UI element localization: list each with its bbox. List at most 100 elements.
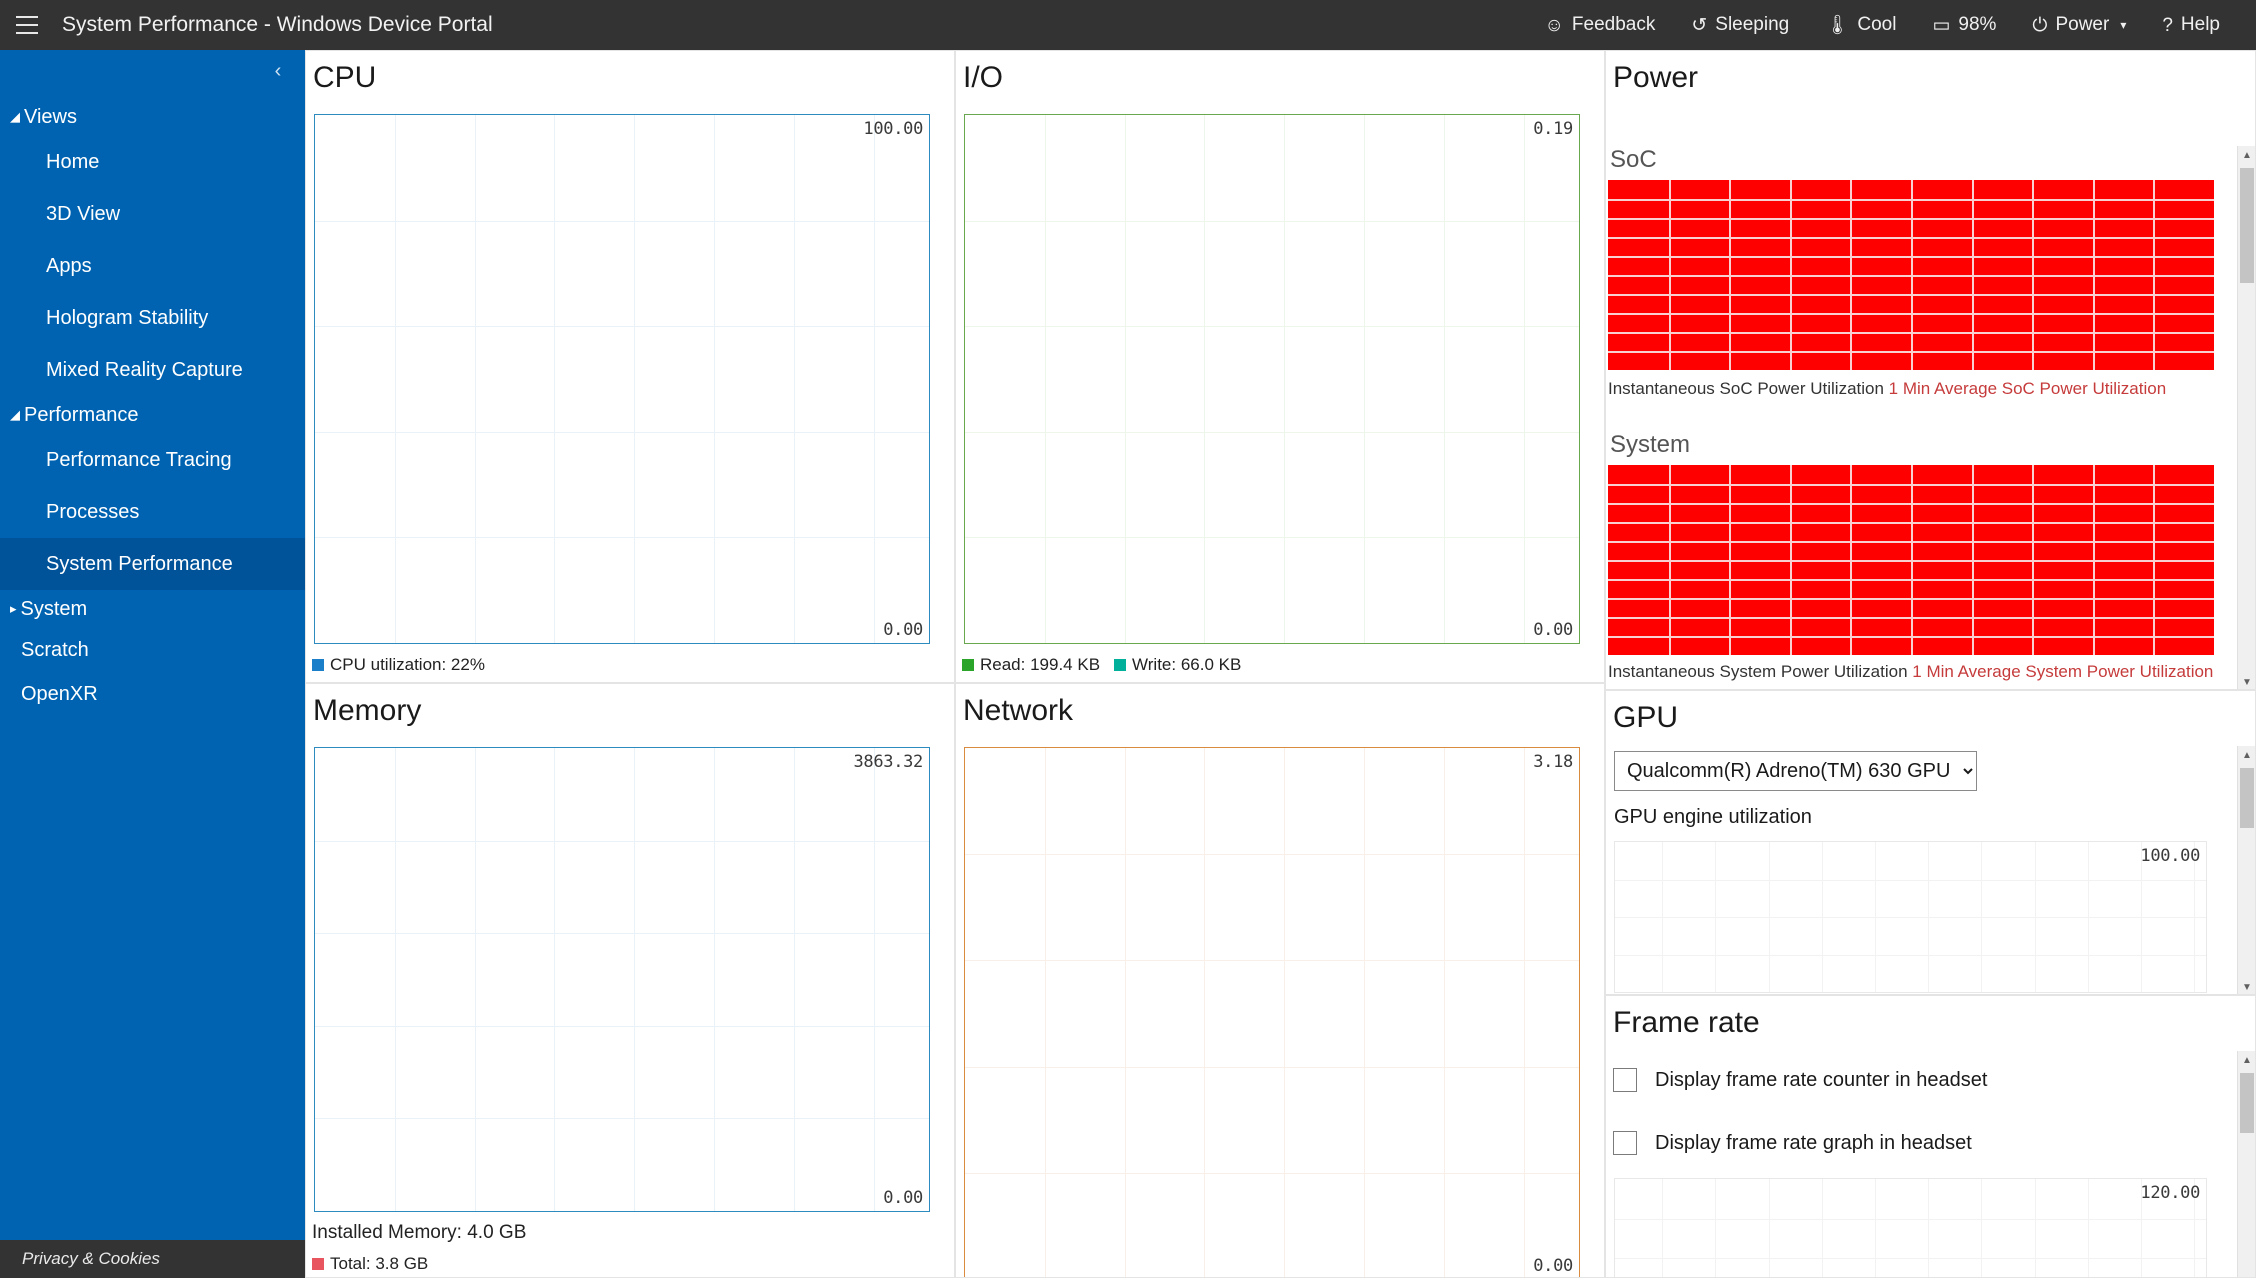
sidebar-item-apps[interactable]: Apps <box>0 240 305 292</box>
gpu-panel-scrollbar[interactable]: ▲ ▼ <box>2237 746 2255 994</box>
power-system-caption-plain: Instantaneous System Power Utilization <box>1608 662 1908 681</box>
legend-item: Total: 3.8 GB <box>312 1254 533 1274</box>
gpu-engine-utilization-label: GPU engine utilization <box>1614 806 1812 828</box>
power-label: Power <box>2055 14 2110 35</box>
framerate-graph-label: Display frame rate graph in headset <box>1655 1131 1972 1154</box>
memory-legend: Total: 3.8 GB In use: 2.3 GB Available: … <box>306 1248 533 1277</box>
sidebar-nav: ◢ Views Home 3D View Apps Hologram Stabi… <box>0 98 305 716</box>
memory-chart: 3863.32 0.00 <box>314 747 930 1212</box>
scroll-down-arrow-icon[interactable]: ▼ <box>2238 978 2255 994</box>
io-panel-title: I/O <box>963 61 1004 94</box>
legend-swatch <box>962 659 974 671</box>
scrollbar-thumb[interactable] <box>2240 168 2254 283</box>
sidebar-collapse-icon[interactable]: ‹ <box>265 58 291 84</box>
framerate-counter-row: Display frame rate counter in headset <box>1606 1068 1987 1092</box>
sidebar-item-system-performance[interactable]: System Performance <box>0 538 305 590</box>
sidebar-group-label-views: Views <box>24 105 77 128</box>
memory-chart-gridlines <box>315 748 929 1211</box>
network-chart-min-label: 0.00 <box>1533 1256 1573 1276</box>
power-menu-button[interactable]: ⏻ Power ▾ <box>2014 0 2144 50</box>
framerate-panel-title: Frame rate <box>1613 1006 1760 1039</box>
sidebar-item-openxr[interactable]: OpenXR <box>0 672 305 716</box>
power-soc-average-link[interactable]: 1 Min Average SoC Power Utilization <box>1889 379 2167 398</box>
sidebar-item-performance-tracing[interactable]: Performance Tracing <box>0 434 305 486</box>
gpu-panel: GPU Qualcomm(R) Adreno(TM) 630 GPU GPU e… <box>1605 690 2256 995</box>
triangle-expanded-icon: ◢ <box>10 407 20 422</box>
io-chart-gridlines <box>965 115 1579 643</box>
sidebar-item-label: Performance Tracing <box>46 448 232 471</box>
sidebar-item-mixed-reality-capture[interactable]: Mixed Reality Capture <box>0 344 305 396</box>
privacy-cookies-link[interactable]: Privacy & Cookies <box>0 1240 305 1278</box>
cpu-chart-min-label: 0.00 <box>883 620 923 640</box>
gpu-chart: 100.00 <box>1614 841 2207 993</box>
framerate-chart: 120.00 <box>1614 1178 2207 1277</box>
sidebar-group-label-system: System <box>20 597 88 620</box>
scroll-up-arrow-icon[interactable]: ▲ <box>2238 146 2255 164</box>
power-system-label: System <box>1610 431 1691 458</box>
memory-chart-min-label: 0.00 <box>883 1188 923 1208</box>
scroll-up-arrow-icon[interactable]: ▲ <box>2238 746 2255 764</box>
hamburger-menu-icon[interactable] <box>0 0 54 50</box>
power-system-caption: Instantaneous System Power Utilization 1… <box>1606 657 2213 682</box>
power-icon: ⏻ <box>2032 14 2048 36</box>
chevron-down-icon: ▾ <box>2120 18 2127 32</box>
power-panel-title: Power <box>1613 61 1699 94</box>
cpu-chart: 100.00 0.00 <box>314 114 930 644</box>
scroll-up-arrow-icon[interactable]: ▲ <box>2238 1051 2255 1069</box>
memory-panel-title: Memory <box>313 694 422 727</box>
framerate-counter-checkbox[interactable] <box>1613 1068 1637 1092</box>
help-label: Help <box>2180 14 2220 35</box>
network-chart: 3.18 0.00 <box>964 747 1580 1277</box>
question-help-icon: ? <box>2162 14 2173 36</box>
help-button[interactable]: ? Help <box>2144 0 2238 50</box>
temperature-label: Cool <box>1857 14 1897 35</box>
legend-swatch <box>312 659 324 671</box>
titlebar-actions: ☺ Feedback ↺ Sleeping 🌡 Cool ▭ 98% ⏻ Pow… <box>1527 0 2256 50</box>
main-content: CPU 100.00 0.00 CPU utilization: 22% I/O… <box>305 50 2256 1278</box>
framerate-panel-scrollbar[interactable]: ▲ <box>2237 1051 2255 1277</box>
legend-item: CPU utilization: 22% <box>312 655 485 675</box>
scroll-down-arrow-icon[interactable]: ▼ <box>2238 673 2255 689</box>
framerate-graph-checkbox[interactable] <box>1613 1131 1637 1155</box>
sidebar-item-home[interactable]: Home <box>0 136 305 188</box>
legend-item: Read: 199.4 KB <box>962 655 1100 675</box>
sidebar-item-label: Mixed Reality Capture <box>46 358 243 381</box>
hamburger-glyph <box>16 13 38 37</box>
legend-label: In use: 2.3 GB <box>330 1274 439 1277</box>
framerate-graph-row: Display frame rate graph in headset <box>1606 1131 1972 1155</box>
cpu-panel: CPU 100.00 0.00 CPU utilization: 22% <box>305 50 955 683</box>
sidebar-item-label: Processes <box>46 500 140 523</box>
gpu-device-select[interactable]: Qualcomm(R) Adreno(TM) 630 GPU <box>1614 751 1977 791</box>
battery-label: 98% <box>1958 14 1997 35</box>
sidebar-group-views[interactable]: ◢ Views <box>0 98 305 136</box>
scrollbar-thumb[interactable] <box>2240 1073 2254 1133</box>
temperature-status[interactable]: 🌡 Cool <box>1807 0 1914 50</box>
power-panel-scrollbar[interactable]: ▲ ▼ <box>2237 146 2255 689</box>
legend-label: CPU utilization: 22% <box>330 655 485 674</box>
io-chart: 0.19 0.00 <box>964 114 1580 644</box>
legend-label: Read: 199.4 KB <box>980 655 1101 674</box>
power-soc-chart <box>1608 180 2214 370</box>
sidebar-group-performance[interactable]: ◢ Performance <box>0 396 305 434</box>
sidebar-item-processes[interactable]: Processes <box>0 486 305 538</box>
framerate-chart-max-label: 120.00 <box>2140 1183 2200 1203</box>
scrollbar-thumb[interactable] <box>2240 768 2254 828</box>
triangle-expanded-icon: ◢ <box>10 109 20 124</box>
sidebar-item-label: System Performance <box>46 552 233 575</box>
sidebar-item-hologram-stability[interactable]: Hologram Stability <box>0 292 305 344</box>
feedback-button[interactable]: ☺ Feedback <box>1527 0 1674 50</box>
network-panel: Network 3.18 0.00 Receive: 148.4 Kb <box>955 683 1605 1278</box>
sidebar-item-3d-view[interactable]: 3D View <box>0 188 305 240</box>
sidebar-item-label: Hologram Stability <box>46 306 209 329</box>
sleeping-label: Sleeping <box>1715 14 1790 35</box>
sidebar-group-system[interactable]: ▸ System <box>0 590 305 628</box>
framerate-panel: Frame rate Display frame rate counter in… <box>1605 995 2256 1278</box>
io-chart-min-label: 0.00 <box>1533 620 1573 640</box>
power-system-average-link[interactable]: 1 Min Average System Power Utilization <box>1912 662 2213 681</box>
sleeping-status[interactable]: ↺ Sleeping <box>1673 0 1807 50</box>
cpu-chart-max-label: 100.00 <box>863 119 923 139</box>
sidebar-item-scratch[interactable]: Scratch <box>0 628 305 672</box>
battery-status[interactable]: ▭ 98% <box>1914 0 2014 50</box>
cpu-chart-gridlines <box>315 115 929 643</box>
legend-label: Total: 3.8 GB <box>330 1254 429 1273</box>
